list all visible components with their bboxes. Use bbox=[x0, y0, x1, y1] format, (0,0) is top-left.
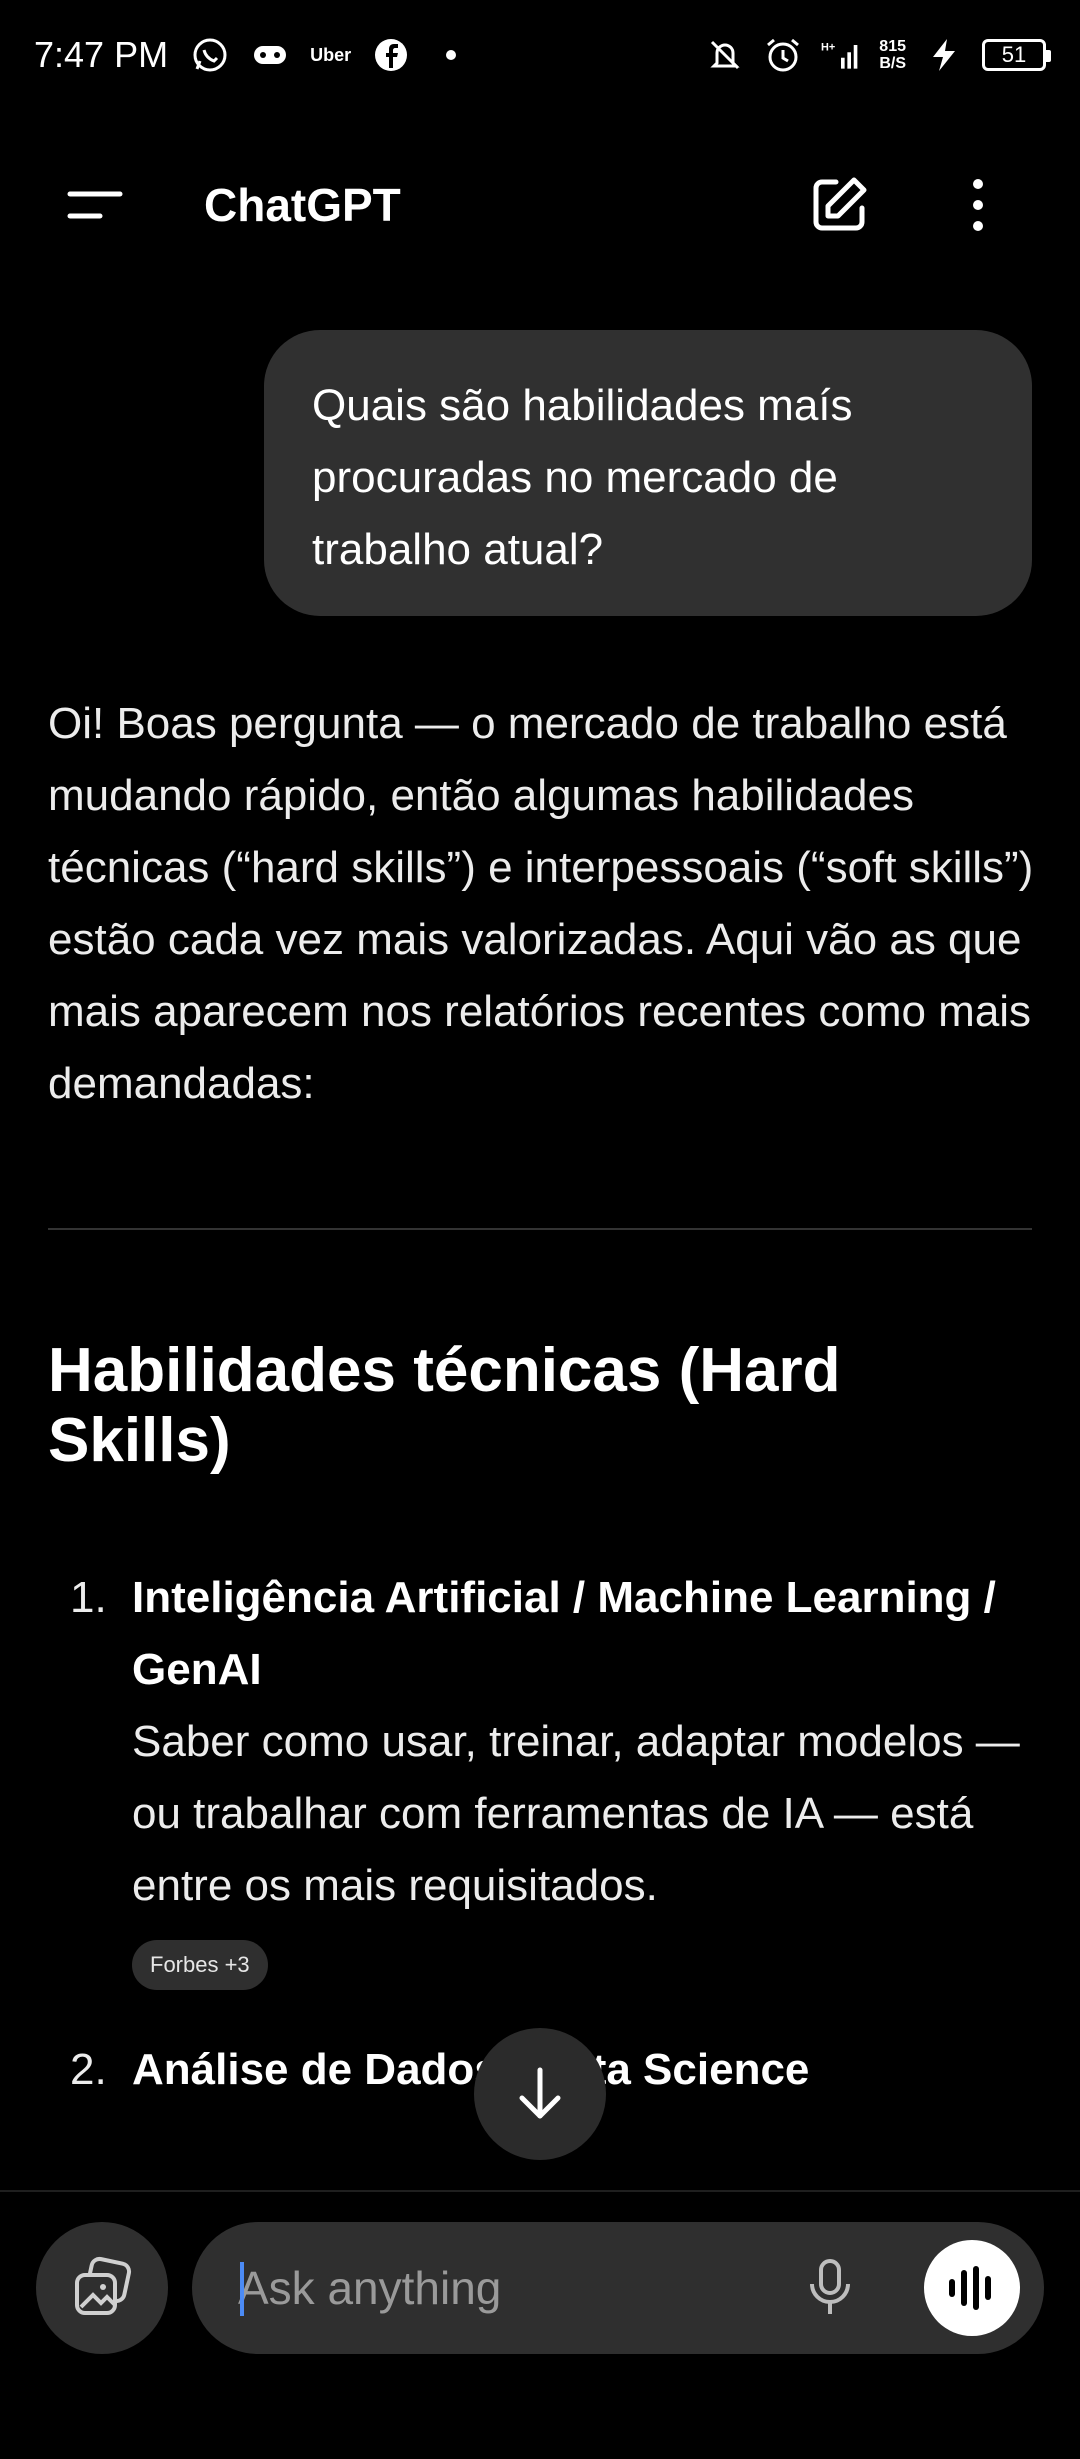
status-time: 7:47 PM bbox=[34, 34, 169, 75]
list-item: 1. Inteligência Artificial / Machine Lea… bbox=[48, 1562, 1038, 1994]
bell-muted-icon bbox=[705, 35, 745, 75]
more-options-button[interactable] bbox=[950, 172, 1006, 238]
attach-button[interactable] bbox=[36, 2222, 168, 2354]
list-number: 2. bbox=[70, 2045, 107, 2094]
assistant-message: Oi! Boas pergunta — o mercado de trabalh… bbox=[48, 688, 1038, 2146]
more-vertical-icon bbox=[973, 179, 983, 231]
voice-mode-button[interactable] bbox=[924, 2240, 1020, 2336]
assistant-intro: Oi! Boas pergunta — o mercado de trabalh… bbox=[48, 699, 1034, 1108]
message-input-wrapper bbox=[192, 2222, 1044, 2354]
alarm-icon bbox=[763, 35, 803, 75]
scroll-to-bottom-button[interactable] bbox=[474, 2028, 606, 2160]
user-message-text: Quais são habilidades maís procuradas no… bbox=[312, 381, 853, 574]
list-item-title: Inteligência Artificial / Machine Learni… bbox=[132, 1573, 996, 1694]
status-bar: 7:47 PM Uber H+ 815 B/S 51 bbox=[0, 0, 1080, 110]
system-icons: H+ 815 B/S 51 bbox=[705, 35, 1051, 75]
menu-button[interactable] bbox=[66, 182, 126, 228]
arrow-down-icon bbox=[519, 2067, 561, 2119]
net-speed: 815 B/S bbox=[879, 38, 906, 72]
facebook-icon bbox=[371, 35, 411, 75]
whatsapp-icon bbox=[190, 35, 230, 75]
uber-icon: Uber bbox=[310, 44, 352, 65]
images-icon bbox=[75, 2256, 132, 2315]
battery-icon: 51 bbox=[982, 39, 1051, 71]
edit-icon bbox=[813, 177, 867, 231]
net-speed-value: 815 bbox=[879, 38, 906, 55]
app-title: ChatGPT bbox=[204, 179, 401, 231]
svg-text:H+: H+ bbox=[821, 41, 835, 53]
text-caret bbox=[240, 2262, 244, 2316]
net-speed-unit: B/S bbox=[879, 55, 906, 72]
battery-level: 51 bbox=[1001, 42, 1027, 67]
app-header: ChatGPT bbox=[0, 150, 1080, 260]
new-chat-button[interactable] bbox=[806, 172, 872, 238]
signal-icon: H+ bbox=[821, 35, 861, 75]
waveform-icon bbox=[949, 2266, 991, 2310]
list-item-description: Saber como usar, treinar, adaptar modelo… bbox=[132, 1717, 1020, 1910]
section-heading: Habilidades técnicas (Hard Skills) bbox=[48, 1336, 841, 1475]
message-input[interactable] bbox=[238, 2222, 758, 2354]
user-message-bubble: Quais são habilidades maís procuradas no… bbox=[264, 330, 1032, 616]
dictate-button[interactable] bbox=[798, 2256, 862, 2320]
notification-icons: Uber bbox=[190, 35, 471, 75]
charging-icon bbox=[924, 35, 964, 75]
dot-icon bbox=[431, 35, 471, 75]
game-icon bbox=[250, 35, 290, 75]
list-number: 1. bbox=[70, 1573, 107, 1622]
menu-icon bbox=[67, 191, 123, 219]
source-chip[interactable]: Forbes +3 bbox=[132, 1940, 268, 1990]
skills-list: 1. Inteligência Artificial / Machine Lea… bbox=[48, 1562, 1038, 2106]
divider bbox=[48, 1228, 1032, 1230]
composer bbox=[0, 2190, 1080, 2459]
microphone-icon bbox=[810, 2259, 850, 2314]
